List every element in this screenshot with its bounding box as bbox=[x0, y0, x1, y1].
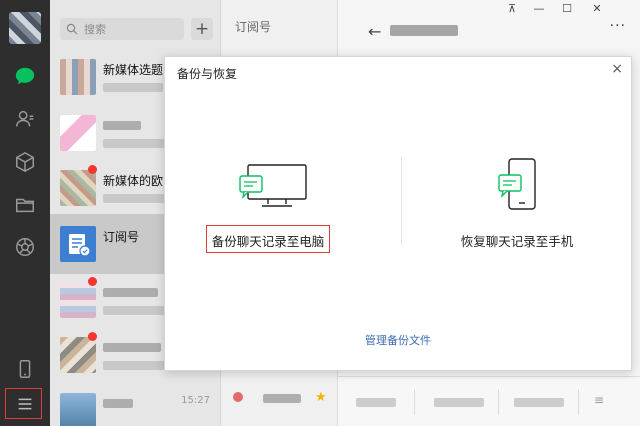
menu-item[interactable] bbox=[356, 398, 396, 407]
subscription-account-icon bbox=[60, 226, 96, 262]
star-icon[interactable]: ★ bbox=[315, 390, 327, 405]
backup-restore-dialog: 备份与恢复 × 备份聊天记录至电脑 恢复聊天记录至手机 管理备份文件 bbox=[164, 56, 632, 371]
pin-icon[interactable]: ⊼ bbox=[503, 2, 521, 15]
conv-avatar bbox=[60, 282, 96, 318]
conv-name bbox=[103, 343, 161, 352]
conv-time: 15:27 bbox=[181, 395, 210, 406]
conv-avatar bbox=[60, 170, 96, 206]
manage-backup-files-link[interactable]: 管理备份文件 bbox=[165, 332, 631, 348]
back-arrow-icon[interactable]: ← bbox=[368, 22, 381, 41]
conv-avatar bbox=[60, 59, 96, 95]
conv-name: 新媒体的欧 bbox=[103, 174, 164, 188]
folder-icon[interactable] bbox=[13, 193, 37, 217]
phone-icon[interactable] bbox=[13, 357, 37, 381]
chat-icon[interactable] bbox=[13, 64, 37, 88]
main-sidebar bbox=[0, 0, 50, 426]
close-icon[interactable]: × bbox=[611, 61, 623, 77]
separator bbox=[498, 389, 499, 415]
chat-title bbox=[390, 25, 458, 36]
computer-chat-icon bbox=[239, 164, 307, 207]
menu-item[interactable] bbox=[434, 398, 484, 407]
conv-avatar bbox=[60, 337, 96, 373]
contacts-icon[interactable] bbox=[13, 107, 37, 131]
list-item[interactable]: 15:27 bbox=[50, 381, 220, 426]
moments-icon[interactable] bbox=[13, 235, 37, 259]
menu-highlight-box bbox=[5, 388, 42, 419]
maximize-icon[interactable]: ☐ bbox=[558, 2, 576, 15]
bottom-menu-bar: ≡ bbox=[338, 376, 640, 426]
conv-name bbox=[103, 399, 133, 408]
account-avatar bbox=[233, 392, 243, 402]
keyboard-switch-icon[interactable]: ≡ bbox=[594, 393, 604, 407]
unread-badge bbox=[88, 165, 97, 174]
backup-to-pc-label: 备份聊天记录至电脑 bbox=[211, 234, 325, 249]
conv-name bbox=[103, 288, 158, 297]
search-input[interactable] bbox=[84, 22, 174, 36]
conv-name: 订阅号 bbox=[103, 230, 140, 244]
conv-preview bbox=[103, 83, 163, 92]
conv-name: 新媒体选题 bbox=[103, 63, 164, 77]
unread-badge bbox=[88, 277, 97, 286]
account-name bbox=[263, 394, 301, 403]
option-divider bbox=[401, 157, 402, 245]
favorites-cube-icon[interactable] bbox=[13, 150, 37, 174]
separator bbox=[414, 389, 415, 415]
dialog-title: 备份与恢复 bbox=[177, 67, 238, 81]
backup-to-pc-option[interactable]: 备份聊天记录至电脑 bbox=[178, 157, 358, 267]
avatar[interactable] bbox=[9, 12, 41, 44]
unread-badge bbox=[88, 332, 97, 341]
separator bbox=[578, 389, 579, 415]
restore-to-phone-label: 恢复聊天记录至手机 bbox=[460, 234, 574, 249]
conv-name bbox=[103, 121, 141, 130]
conv-avatar bbox=[60, 393, 96, 426]
phone-chat-icon bbox=[498, 158, 536, 210]
conv-preview bbox=[103, 139, 173, 148]
close-icon[interactable]: ✕ bbox=[588, 2, 606, 15]
more-icon[interactable]: ··· bbox=[610, 18, 626, 34]
column-title: 订阅号 bbox=[235, 20, 272, 34]
add-button[interactable]: + bbox=[191, 18, 213, 40]
minimize-icon[interactable]: — bbox=[530, 2, 548, 15]
search-icon bbox=[66, 23, 78, 35]
menu-item[interactable] bbox=[514, 398, 564, 407]
conv-avatar bbox=[60, 115, 96, 151]
restore-to-phone-option[interactable]: 恢复聊天记录至手机 bbox=[427, 157, 607, 267]
search-box[interactable] bbox=[60, 18, 184, 40]
